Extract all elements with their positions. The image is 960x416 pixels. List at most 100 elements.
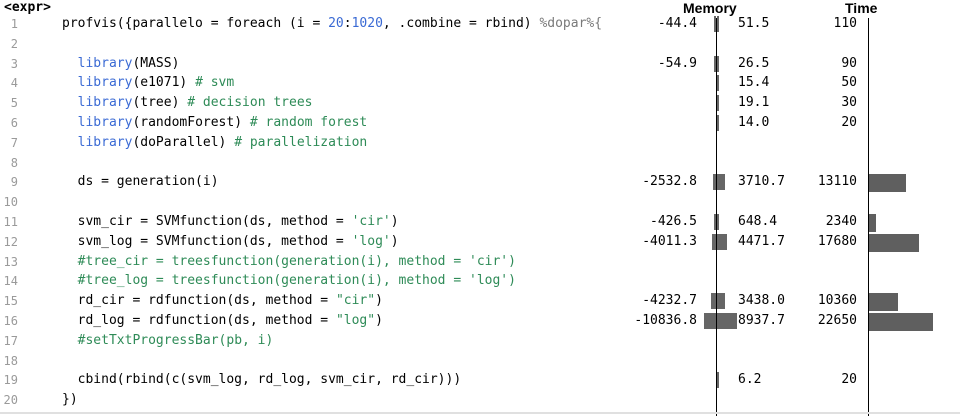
code-row-15[interactable]: 15 rd_cir = rdfunction(ds, method = "cir…: [0, 291, 960, 312]
code-row-19[interactable]: 19 cbind(rbind(c(svm_log, rd_log, svm_ci…: [0, 370, 960, 390]
line-number: 18: [3, 353, 18, 368]
memory-freed-bar: [711, 293, 716, 310]
line-number: 13: [3, 254, 18, 269]
time-bar: [869, 233, 919, 252]
memory-allocated-value: 6.2: [738, 372, 762, 388]
memory-allocated-bar: [717, 174, 726, 191]
line-number: 12: [3, 234, 18, 249]
memory-allocated-value: 26.5: [738, 55, 770, 71]
time-value: 110: [833, 16, 857, 31]
memory-allocated-value: 3710.7: [738, 174, 785, 190]
code-row-7[interactable]: 7 library(doParallel) # parallelization: [0, 133, 960, 153]
memory-freed-value: -44.4: [657, 16, 697, 31]
code-row-16[interactable]: 16 rd_log = rdfunction(ds, method = "log…: [0, 311, 960, 331]
line-number: 3: [10, 56, 18, 71]
code-row-5[interactable]: 5 library(tree) # decision trees 19.1 30: [0, 93, 960, 113]
line-number: 2: [10, 36, 18, 51]
memory-allocated-value: 648.4: [738, 213, 778, 229]
code-row-9[interactable]: 9 ds = generation(i) -2532.8 3710.7 13110: [0, 172, 960, 193]
line-number: 5: [10, 96, 18, 111]
code-text: cbind(rbind(c(svm_log, rd_log, svm_cir, …: [62, 372, 462, 388]
memory-freed-bar: [711, 233, 716, 250]
memory-freed-value: -54.9: [657, 55, 697, 71]
time-bar: [869, 312, 933, 331]
code-text: #setTxtProgressBar(pb, i): [77, 332, 274, 348]
code-row-1[interactable]: 1 profvis({parallelo = foreach (i = 20:10…: [0, 14, 960, 34]
code-text: rd_log = rdfunction(ds, method = "log"): [62, 312, 383, 328]
code-row-20[interactable]: 20}): [0, 390, 960, 410]
line-number: 4: [10, 76, 18, 91]
line-number: 6: [10, 115, 18, 130]
time-value: 2340: [825, 213, 857, 229]
memory-freed-value: -2532.8: [642, 174, 697, 190]
time-value: 13110: [817, 174, 857, 190]
memory-allocated-bar: [717, 372, 719, 389]
line-number: 15: [3, 294, 18, 309]
memory-allocated-value: 15.4: [738, 75, 770, 91]
code-row-3[interactable]: 3 library(MASS) -54.9 26.5 90: [0, 54, 960, 74]
time-value: 90: [841, 55, 857, 71]
code-text: library(randomForest) # random forest: [77, 114, 368, 130]
memory-freed-bar: [714, 55, 716, 72]
time-bar: [869, 174, 907, 193]
memory-allocated-bar: [717, 213, 719, 230]
time-value: 17680: [817, 233, 857, 249]
time-bar: [869, 213, 876, 232]
line-number: 11: [3, 214, 18, 229]
memory-allocated-value: 8937.7: [738, 312, 785, 328]
code-row-8[interactable]: 8: [0, 153, 960, 173]
line-number: 10: [3, 195, 18, 210]
code-row-4[interactable]: 4 library(e1071) # svm 15.4 50: [0, 73, 960, 93]
code-text: library(tree) # decision trees: [77, 95, 313, 111]
memory-allocated-bar: [717, 16, 719, 32]
memory-allocated-value: 3438.0: [738, 293, 785, 309]
line-number: 17: [3, 333, 18, 348]
memory-allocated-value: 51.5: [738, 16, 770, 31]
memory-allocated-value: 14.0: [738, 114, 770, 130]
code-row-18[interactable]: 18: [0, 351, 960, 371]
time-value: 10360: [817, 293, 857, 309]
code-row-2[interactable]: 2: [0, 34, 960, 54]
code-row-6[interactable]: 6 library(randomForest) # random forest 1…: [0, 113, 960, 133]
code-text: svm_cir = SVMfunction(ds, method = 'cir'…: [62, 213, 399, 229]
time-value: 20: [841, 114, 857, 130]
memory-allocated-value: 19.1: [738, 95, 770, 111]
code-text: }): [62, 392, 78, 408]
code-text: rd_cir = rdfunction(ds, method = "cir"): [62, 293, 383, 309]
memory-freed-value: -4232.7: [642, 293, 697, 309]
code-row-10[interactable]: 10: [0, 192, 960, 212]
memory-allocated-value: 4471.7: [738, 233, 785, 249]
memory-freed-bar: [704, 312, 716, 329]
memory-allocated-bar: [717, 55, 719, 72]
code-text: #tree_log = treesfunction(generation(i),…: [77, 273, 516, 289]
line-number: 14: [3, 274, 18, 289]
memory-freed-value: -426.5: [650, 213, 697, 229]
time-value: 20: [841, 372, 857, 388]
memory-freed-bar: [713, 174, 716, 191]
code-text: profvis({parallelo = foreach (i = 20:102…: [62, 16, 603, 31]
code-text: ds = generation(i): [62, 174, 219, 190]
memory-freed-value: -4011.3: [642, 233, 697, 249]
memory-allocated-bar: [717, 95, 719, 112]
profvis-flame-pane: <expr> Memory Time 1 profvis({parallelo =…: [0, 0, 960, 416]
code-text: library(e1071) # svm: [77, 75, 235, 91]
memory-allocated-bar: [717, 293, 725, 310]
line-number: 19: [3, 373, 18, 388]
memory-freed-bar: [714, 213, 716, 230]
code-text: library(MASS): [77, 55, 180, 71]
code-row-11[interactable]: 11 svm_cir = SVMfunction(ds, method = 'c…: [0, 212, 960, 232]
code-row-12[interactable]: 12 svm_log = SVMfunction(ds, method = 'l…: [0, 232, 960, 252]
line-number: 20: [3, 393, 18, 408]
code-text: svm_log = SVMfunction(ds, method = 'log'…: [62, 233, 399, 249]
code-row-14[interactable]: 14 #tree_log = treesfunction(generation(…: [0, 271, 960, 291]
code-row-13[interactable]: 13 #tree_cir = treesfunction(generation(…: [0, 252, 960, 272]
time-value: 22650: [817, 312, 857, 328]
code-row-17[interactable]: 17 #setTxtProgressBar(pb, i): [0, 331, 960, 351]
memory-allocated-bar: [717, 233, 727, 250]
bottom-divider: [0, 412, 960, 414]
code-rows: 1 profvis({parallelo = foreach (i = 20:10…: [0, 14, 960, 410]
memory-allocated-bar: [717, 114, 719, 131]
time-value: 50: [841, 75, 857, 91]
line-number: 9: [10, 175, 18, 190]
code-text: library(doParallel) # parallelization: [77, 134, 368, 150]
